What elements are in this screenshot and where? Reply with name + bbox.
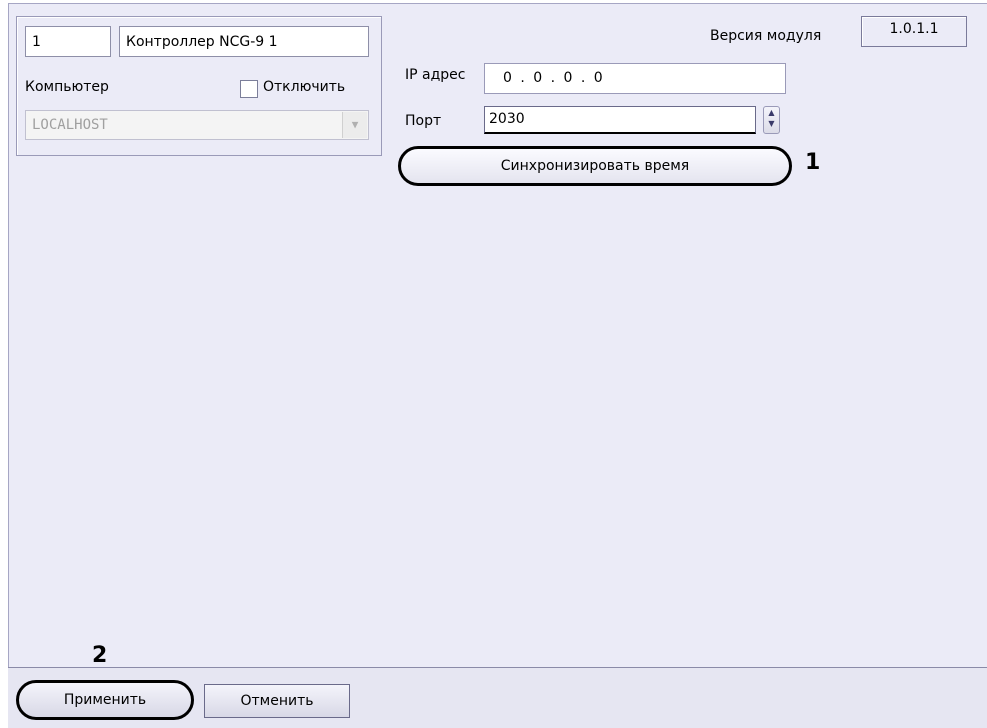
disable-checkbox[interactable] [240,80,258,98]
ip-address-field[interactable]: 0 . 0 . 0 . 0 [484,63,786,94]
module-version-label: Версия модуля [710,28,822,44]
sync-time-button[interactable]: Синхронизировать время [398,146,792,186]
computer-combobox: LOCALHOST ▼ [25,110,369,140]
computer-label: Компьютер [25,79,109,95]
apply-button[interactable]: Применить [16,680,194,720]
module-version-value: 1.0.1.1 [861,16,967,47]
object-id-field[interactable]: 1 [25,26,111,57]
spinner-updown-icon[interactable]: ▲ ▼ [763,106,780,134]
object-name-field[interactable]: Контроллер NCG-9 1 [119,26,369,57]
disable-checkbox-label[interactable]: Отключить [263,79,345,95]
ip-address-label: IP адрес [405,67,466,83]
port-label: Порт [405,113,442,129]
port-field[interactable]: 2030 [484,106,756,134]
callout-1: 1 [805,150,821,175]
callout-2: 2 [92,643,108,668]
computer-combobox-value: LOCALHOST [32,117,108,133]
chevron-down-icon: ▼ [342,112,367,138]
cancel-button[interactable]: Отменить [204,684,350,718]
